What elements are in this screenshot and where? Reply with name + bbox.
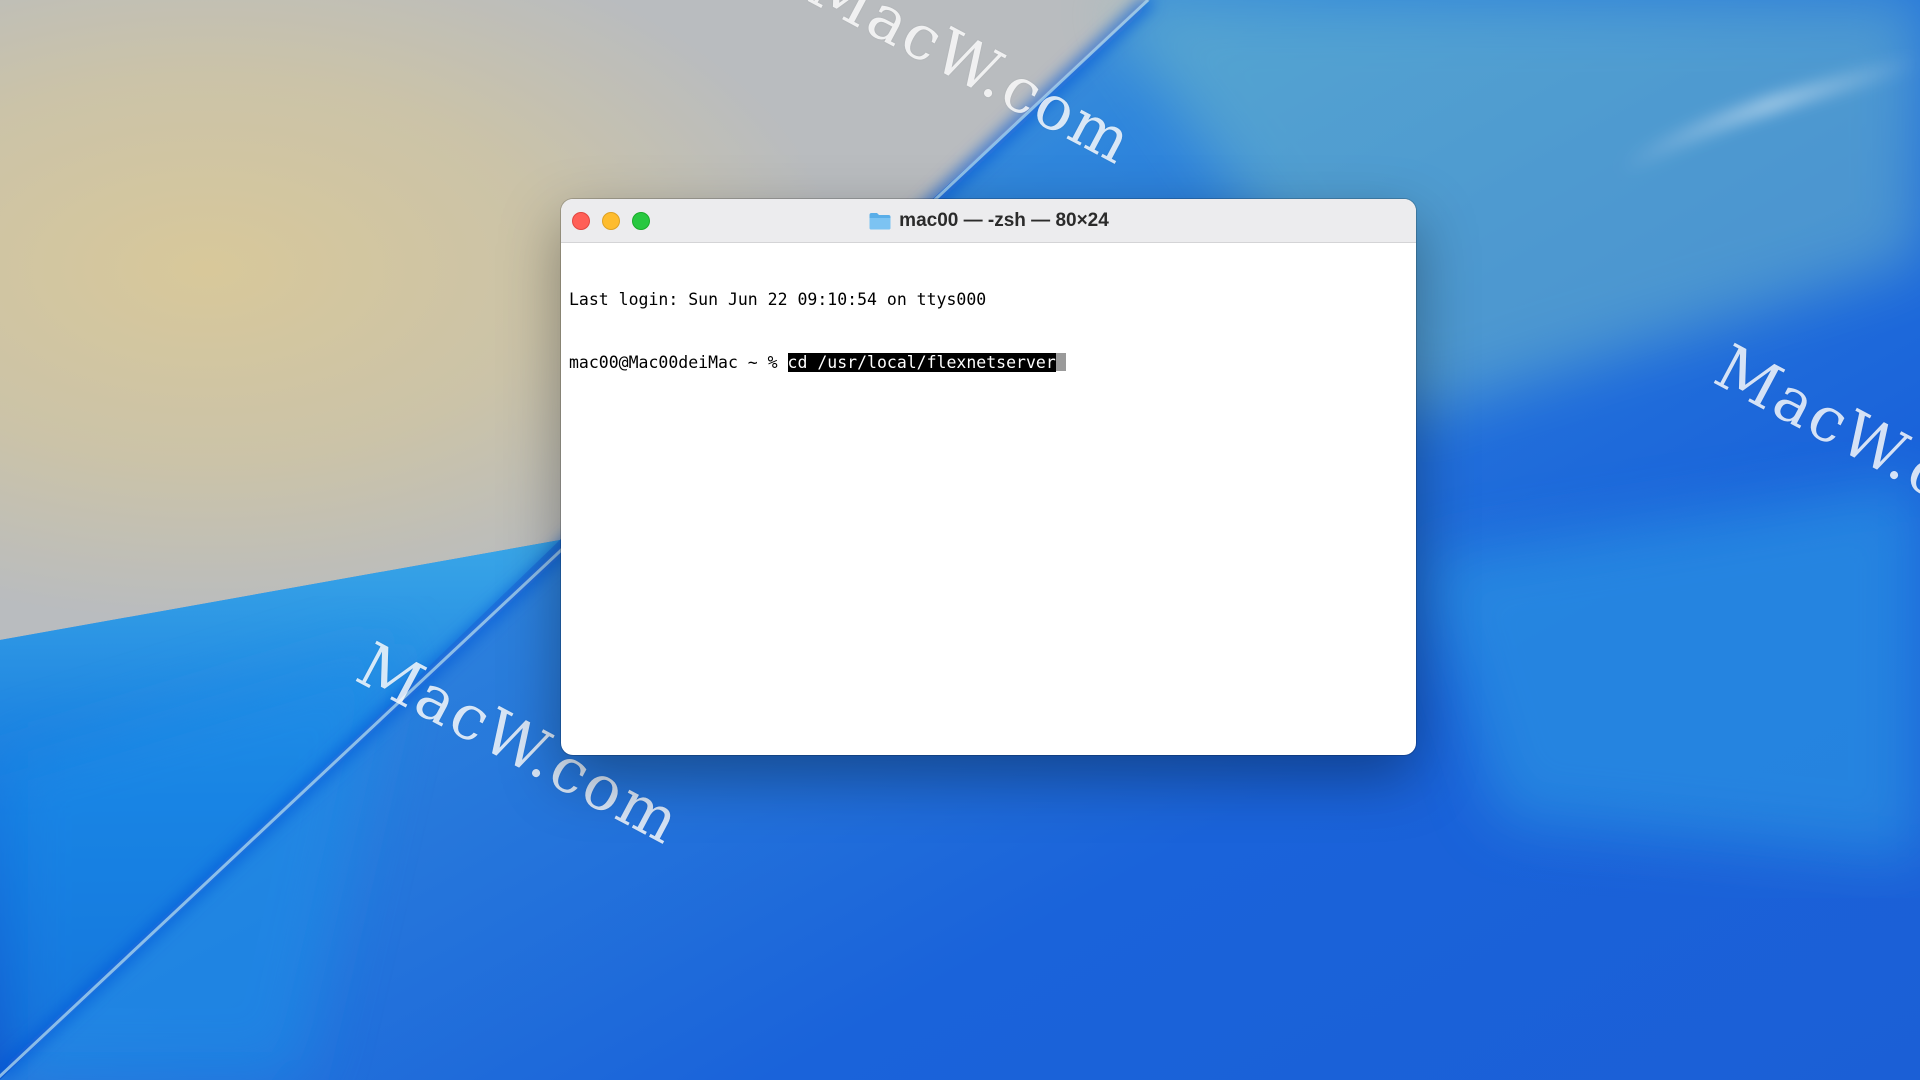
shell-prompt: mac00@Mac00deiMac ~ % — [569, 353, 788, 372]
terminal-content[interactable]: Last login: Sun Jun 22 09:10:54 on ttys0… — [561, 243, 1416, 419]
terminal-titlebar[interactable]: mac00 — -zsh — 80×24 — [561, 199, 1416, 243]
folder-icon — [868, 211, 892, 231]
prompt-line[interactable]: mac00@Mac00deiMac ~ % cd /usr/local/flex… — [569, 352, 1408, 373]
text-cursor — [1055, 353, 1066, 371]
terminal-window[interactable]: mac00 — -zsh — 80×24 Last login: Sun Jun… — [561, 199, 1416, 755]
last-login-line: Last login: Sun Jun 22 09:10:54 on ttys0… — [569, 290, 987, 309]
selected-command[interactable]: cd /usr/local/flexnetserver — [787, 353, 1056, 372]
window-title: mac00 — -zsh — 80×24 — [561, 199, 1416, 242]
window-title-text: mac00 — -zsh — 80×24 — [899, 209, 1109, 231]
